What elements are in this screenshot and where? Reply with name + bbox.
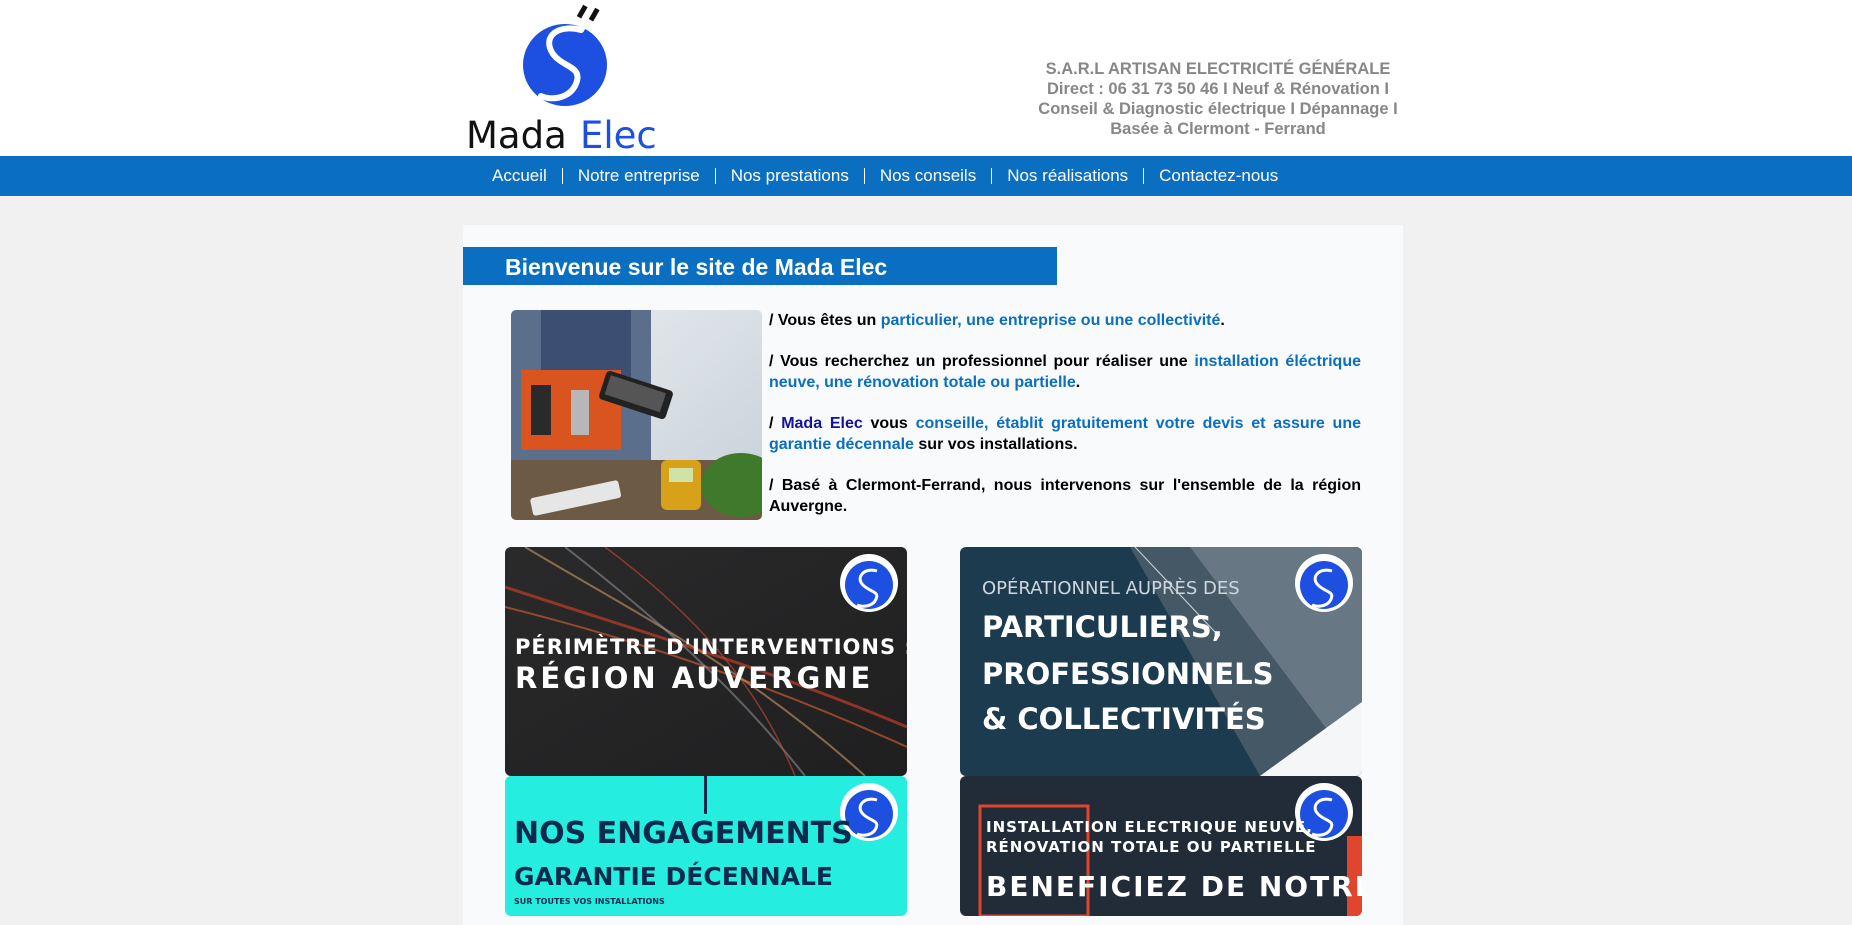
intro-paragraph: / Vous recherchez un professionnel pour … [769, 351, 1361, 393]
site-logo[interactable]: Mada Elec [463, 2, 673, 157]
intro-text-run: vous [862, 415, 916, 432]
tile-engagements[interactable]: NOS ENGAGEMENTS GARANTIE DÉCENNALE SUR T… [505, 776, 907, 916]
nav-item-notre-entreprise[interactable]: Notre entreprise [563, 166, 715, 186]
tile-installation[interactable]: INSTALLATION ELECTRIQUE NEUVE, RÉNOVATIO… [960, 776, 1362, 916]
tile-operationnel[interactable]: OPÉRATIONNEL AUPRÈS DES PARTICULIERS, PR… [960, 547, 1362, 776]
tagline-line: S.A.R.L ARTISAN ELECTRICITÉ GÉNÉRALE [1045, 60, 1391, 78]
welcome-title: Bienvenue sur le site de Mada Elec [505, 254, 888, 280]
logo-text-elec: Elec [580, 114, 657, 152]
intro-text-run: . [1075, 374, 1081, 391]
tile-caption: RÉNOVATION TOTALE OU PARTIELLE [986, 838, 1317, 856]
logo-text-mada: Mada [466, 114, 567, 152]
intro-brand-name: Mada Elec [781, 415, 863, 432]
tile-caption: SUR TOUTES VOS INSTALLATIONS [514, 897, 665, 906]
tile-heading: GARANTIE DÉCENNALE [514, 862, 833, 891]
tile-heading: PROFESSIONNELS [982, 657, 1274, 691]
intro-highlight: particulier, une entreprise ou une colle… [880, 312, 1221, 329]
intro-text-run: sur vos installations. [913, 436, 1078, 453]
intro-text-run: / Vous recherchez un professionnel pour … [769, 353, 1195, 370]
intro-text-run: / [769, 415, 782, 432]
intro-paragraph: / Basé à Clermont-Ferrand, nous interven… [769, 477, 1361, 515]
intro-paragraph: / Vous êtes un particulier, une entrepri… [769, 310, 1361, 331]
tile-heading: & COLLECTIVITÉS [982, 702, 1266, 736]
welcome-banner: Bienvenue sur le site de Mada Elec [463, 247, 1057, 285]
tile-caption: OPÉRATIONNEL AUPRÈS DES [982, 578, 1240, 599]
tile-caption: PÉRIMÈTRE D'INTERVENTIONS : [515, 635, 907, 659]
main-navigation: Accueil Notre entreprise Nos prestations… [0, 156, 1852, 196]
site-header: Mada Elec S.A.R.L ARTISAN ELECTRICITÉ GÉ… [0, 0, 1852, 157]
tile-region-auvergne[interactable]: PÉRIMÈTRE D'INTERVENTIONS : RÉGION AUVER… [505, 547, 907, 776]
electrician-photo [511, 310, 762, 520]
nav-item-contactez-nous[interactable]: Contactez-nous [1144, 166, 1293, 186]
intro-text-run: / Vous êtes un [769, 312, 881, 329]
nav-item-nos-prestations[interactable]: Nos prestations [716, 166, 864, 186]
tile-heading: PARTICULIERS, [982, 610, 1223, 644]
intro-paragraph: / Mada Elec vous conseille, établit grat… [769, 413, 1361, 455]
nav-item-accueil[interactable]: Accueil [477, 166, 562, 186]
tile-caption: INSTALLATION ELECTRIQUE NEUVE, [986, 818, 1313, 836]
tile-heading: BENEFICIEZ DE NOTRE [986, 870, 1362, 903]
tagline-line: Conseil & Diagnostic électrique I Dépann… [1038, 100, 1398, 118]
tile-heading: NOS ENGAGEMENTS [514, 816, 853, 851]
intro-text-run: . [1220, 312, 1225, 329]
tagline-line: Basée à Clermont - Ferrand [1110, 120, 1326, 138]
nav-item-nos-conseils[interactable]: Nos conseils [865, 166, 991, 186]
tagline-line: Direct : 06 31 73 50 46 I Neuf & Rénovat… [1046, 80, 1390, 98]
intro-text: / Vous êtes un particulier, une entrepri… [769, 310, 1361, 537]
nav-item-nos-realisations[interactable]: Nos réalisations [992, 166, 1143, 186]
company-tagline: S.A.R.L ARTISAN ELECTRICITÉ GÉNÉRALE Dir… [1008, 59, 1428, 139]
tile-heading: RÉGION AUVERGNE [515, 661, 874, 695]
